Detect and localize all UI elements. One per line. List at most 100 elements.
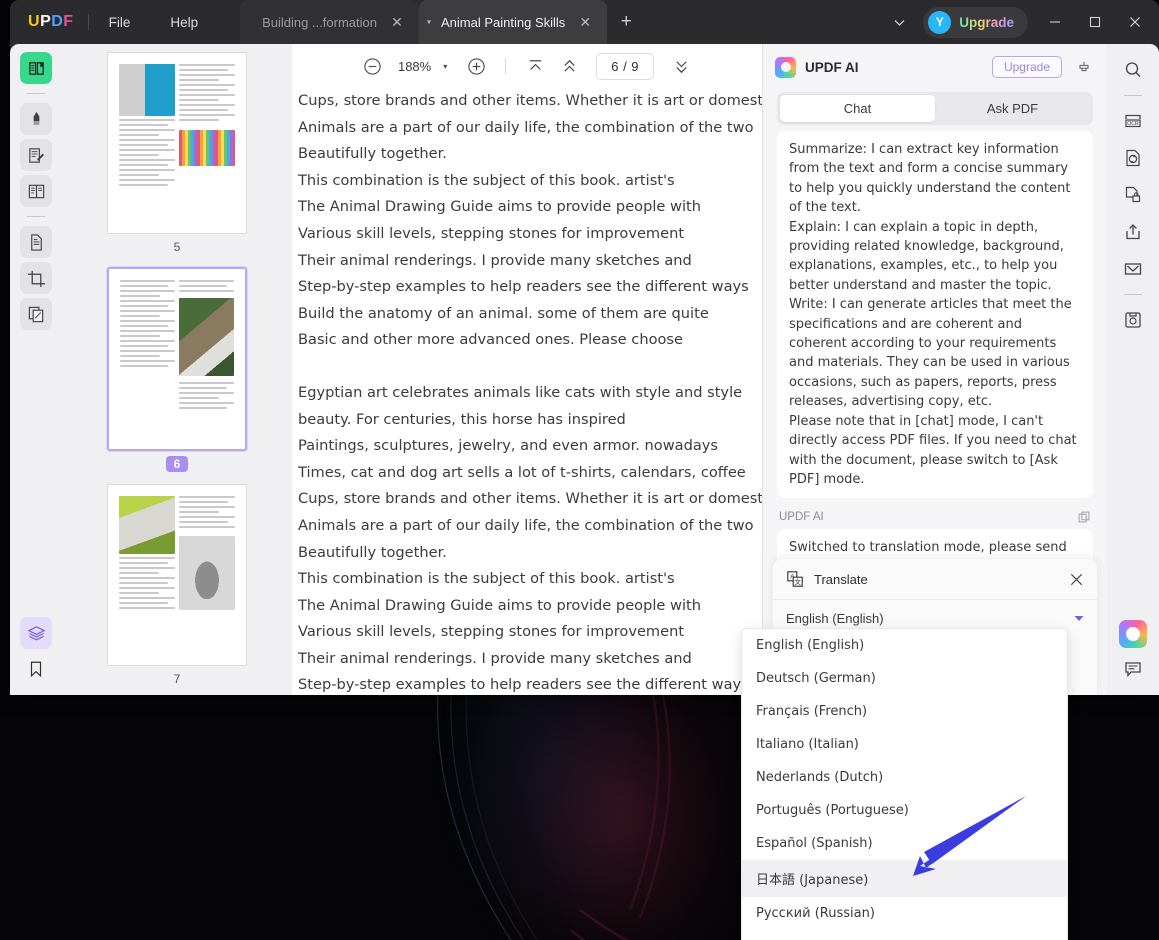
tab-title: Animal Painting Skills bbox=[441, 15, 565, 30]
prev-page-icon[interactable] bbox=[554, 51, 584, 81]
thumbnail-preview bbox=[113, 58, 241, 228]
language-option-japanese[interactable]: 日本語 (Japanese) bbox=[742, 860, 1067, 897]
zoom-out-icon[interactable] bbox=[358, 51, 388, 81]
document-line: Beautifully together. bbox=[298, 540, 762, 567]
language-option-dutch[interactable]: Nederlands (Dutch) bbox=[742, 761, 1067, 794]
convert-icon[interactable] bbox=[1117, 142, 1149, 174]
menu-help[interactable]: Help bbox=[150, 0, 218, 44]
language-option-spanish[interactable]: Español (Spanish) bbox=[742, 827, 1067, 860]
svg-text:文: 文 bbox=[795, 577, 802, 586]
language-option-portuguese[interactable]: Português (Portuguese) bbox=[742, 794, 1067, 827]
thumbnail-list: 5 bbox=[62, 52, 292, 695]
reader-view-icon[interactable] bbox=[20, 52, 52, 84]
document-toolbar: 188% ▾ 6 / 9 bbox=[292, 44, 762, 88]
page-thumbnail-panel[interactable]: 5 bbox=[62, 44, 292, 695]
tab-chat[interactable]: Chat bbox=[780, 95, 935, 122]
thumbnail-page-6[interactable] bbox=[107, 267, 247, 451]
thumbnail-page-5[interactable] bbox=[107, 52, 247, 234]
avatar[interactable]: Y bbox=[928, 11, 951, 34]
protect-icon[interactable] bbox=[1117, 179, 1149, 211]
rail-divider bbox=[27, 216, 45, 217]
first-page-icon[interactable] bbox=[520, 51, 550, 81]
copy-icon[interactable] bbox=[1077, 510, 1091, 524]
page-number-input[interactable]: 6 / 9 bbox=[596, 53, 654, 80]
organize-pages-icon[interactable] bbox=[20, 175, 52, 207]
save-icon[interactable] bbox=[1117, 304, 1149, 336]
highlighter-icon[interactable] bbox=[20, 103, 52, 135]
document-scroll-area[interactable]: Cups, store brands and other items. Whet… bbox=[292, 88, 762, 695]
tab-list-chevron-icon[interactable] bbox=[881, 0, 917, 44]
document-line: This combination is the subject of this … bbox=[298, 566, 762, 593]
minimize-button[interactable] bbox=[1035, 0, 1075, 44]
edit-pdf-icon[interactable] bbox=[20, 139, 52, 171]
rail-divider bbox=[1124, 294, 1142, 295]
language-option-italian[interactable]: Italiano (Italian) bbox=[742, 728, 1067, 761]
language-option-german[interactable]: Deutsch (German) bbox=[742, 662, 1067, 695]
rail-divider bbox=[27, 93, 45, 94]
toolbar-divider bbox=[505, 58, 506, 74]
share-icon[interactable] bbox=[1117, 216, 1149, 248]
ai-message-sender-row: UPDF AI bbox=[779, 510, 1091, 524]
updf-application-window: UPDF File Help Building ...formation ✕ ▾… bbox=[10, 0, 1159, 695]
tab-ask-pdf[interactable]: Ask PDF bbox=[935, 95, 1090, 122]
language-dropdown-list[interactable]: English (English) Deutsch (German) Franç… bbox=[741, 628, 1068, 940]
document-line: The Animal Drawing Guide aims to provide… bbox=[298, 194, 762, 221]
svg-text:OCR: OCR bbox=[1127, 121, 1139, 127]
upgrade-button[interactable]: Y Upgrade bbox=[923, 7, 1028, 38]
updf-logo: UPDF bbox=[10, 0, 88, 44]
updf-ai-icon[interactable] bbox=[1119, 620, 1147, 648]
search-icon[interactable] bbox=[1117, 54, 1149, 86]
document-line: Animals are a part of our daily life, th… bbox=[298, 115, 762, 142]
ai-upgrade-button[interactable]: Upgrade bbox=[992, 56, 1062, 78]
ai-mode-tabs: Chat Ask PDF bbox=[777, 92, 1093, 125]
language-option-russian[interactable]: Русский (Russian) bbox=[742, 897, 1067, 930]
document-line: Times, cat and dog art sells a lot of t-… bbox=[298, 460, 762, 487]
maximize-button[interactable] bbox=[1075, 0, 1115, 44]
brush-icon[interactable] bbox=[1071, 54, 1097, 80]
thumbnail-preview bbox=[113, 490, 241, 660]
email-icon[interactable] bbox=[1117, 253, 1149, 285]
document-line: Cups, store brands and other items. Whet… bbox=[298, 486, 762, 513]
rail-divider bbox=[1124, 95, 1142, 96]
zoom-in-icon[interactable] bbox=[461, 51, 491, 81]
document-line: Beautifully together. bbox=[298, 141, 762, 168]
document-line: Step-by-step examples to help readers se… bbox=[298, 274, 762, 301]
next-page-icon[interactable] bbox=[666, 51, 696, 81]
ai-panel-title: UPDF AI bbox=[805, 60, 859, 75]
language-option-korean[interactable]: 한국어 (Korean) bbox=[742, 930, 1067, 940]
document-view: 188% ▾ 6 / 9 Cups, store bbox=[292, 44, 762, 695]
document-line: Step-by-step examples to help readers se… bbox=[298, 672, 762, 695]
crop-icon[interactable] bbox=[20, 262, 52, 294]
document-text-block-1: Cups, store brands and other items. Whet… bbox=[298, 88, 762, 354]
close-icon[interactable] bbox=[1069, 572, 1084, 587]
menu-file[interactable]: File bbox=[89, 0, 151, 44]
thumbnail-page-7[interactable] bbox=[107, 484, 247, 666]
tab-close-icon[interactable]: ✕ bbox=[389, 14, 405, 31]
language-option-french[interactable]: Français (French) bbox=[742, 695, 1067, 728]
bookmark-icon[interactable] bbox=[20, 653, 52, 685]
zoom-level-value[interactable]: 188% bbox=[392, 59, 437, 74]
batch-icon[interactable] bbox=[20, 298, 52, 330]
translate-icon: A文 bbox=[786, 570, 804, 588]
right-tool-rail: OCR bbox=[1107, 44, 1159, 695]
comment-icon[interactable] bbox=[1117, 653, 1149, 685]
page-tools-icon[interactable] bbox=[20, 226, 52, 258]
thumbnail-page-number: 6 bbox=[166, 456, 189, 472]
left-tool-rail bbox=[10, 44, 62, 695]
workspace: 5 bbox=[10, 44, 1159, 695]
thumbnail-page-number: 5 bbox=[166, 239, 189, 255]
chevron-down-icon[interactable]: ▾ bbox=[427, 18, 431, 27]
tab-building-information[interactable]: Building ...formation ✕ bbox=[240, 0, 419, 44]
zoom-dropdown-icon[interactable]: ▾ bbox=[441, 62, 457, 71]
chevron-down-icon[interactable] bbox=[1074, 615, 1084, 622]
layers-icon[interactable] bbox=[20, 617, 52, 649]
ocr-icon[interactable]: OCR bbox=[1117, 105, 1149, 137]
tab-animal-painting-skills[interactable]: ▾ Animal Painting Skills ✕ bbox=[419, 0, 607, 44]
new-tab-button[interactable]: + bbox=[607, 0, 645, 44]
updf-ai-icon bbox=[775, 57, 796, 78]
upgrade-label: Upgrade bbox=[959, 15, 1014, 30]
tab-close-icon[interactable]: ✕ bbox=[577, 14, 593, 31]
close-window-button[interactable] bbox=[1115, 0, 1155, 44]
language-option-english[interactable]: English (English) bbox=[742, 629, 1067, 662]
document-line: Their animal renderings. I provide many … bbox=[298, 248, 762, 275]
